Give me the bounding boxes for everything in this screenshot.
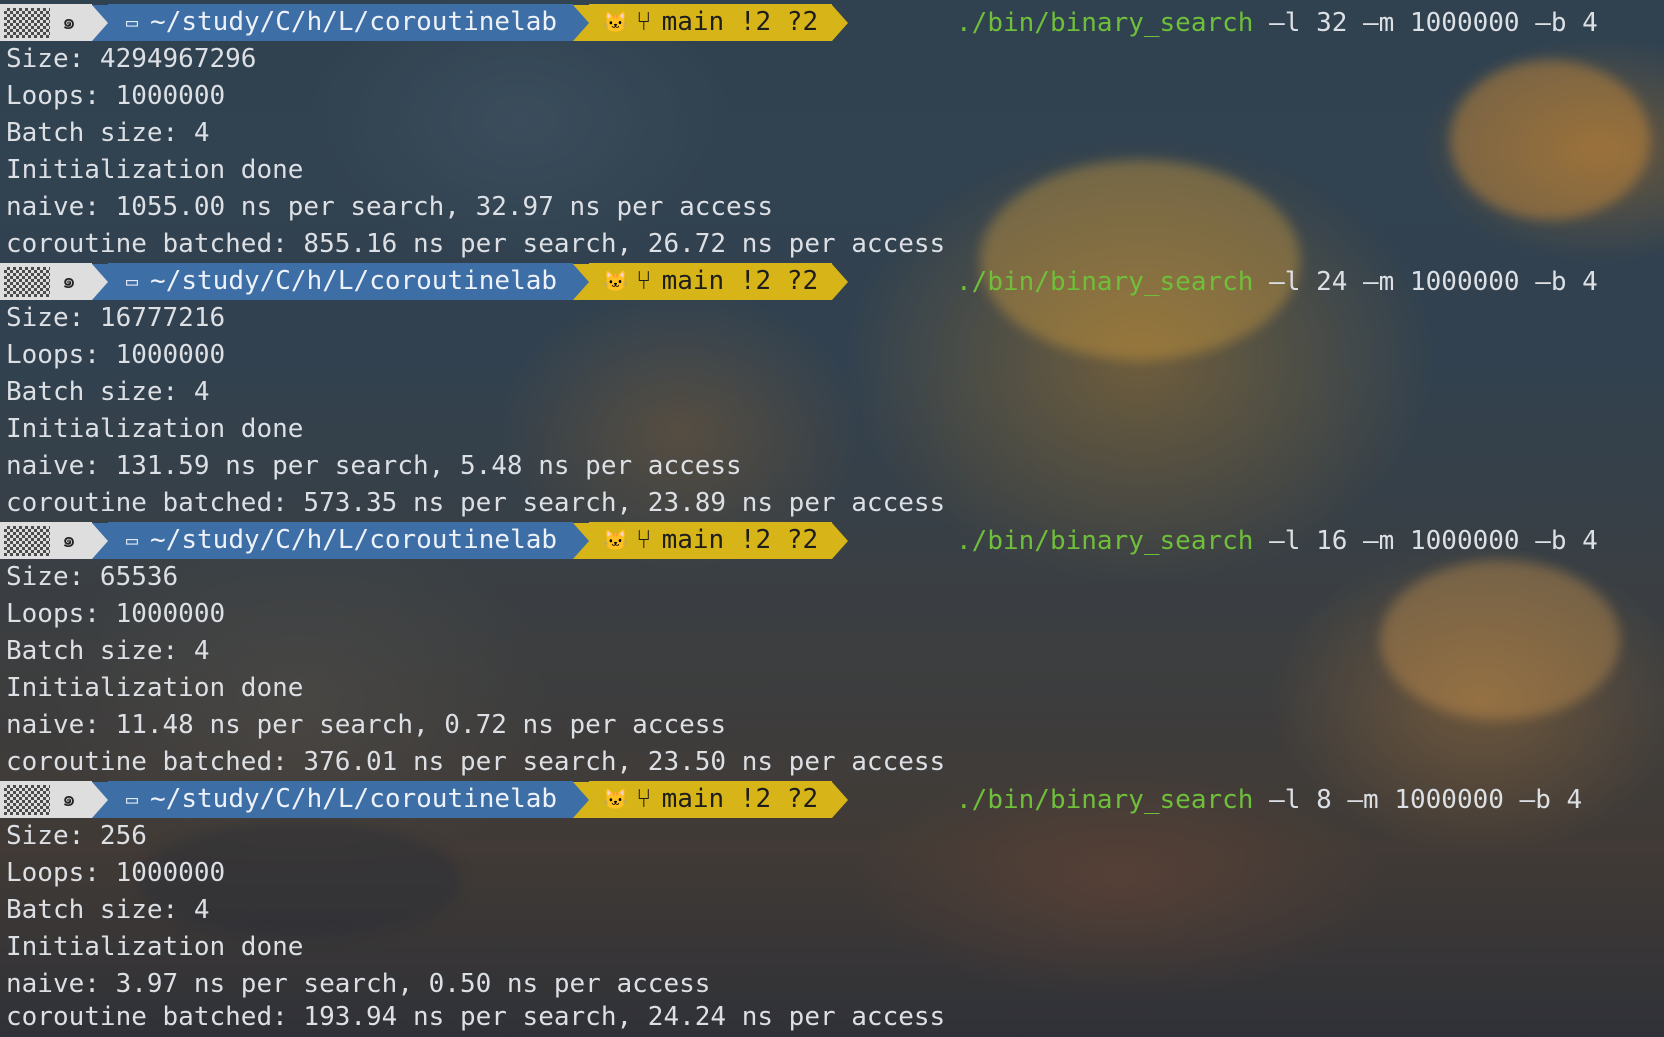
output-line: Loops: 1000000 <box>6 340 226 370</box>
command-line[interactable]: ./bin/binary_search –l 8 –m 1000000 –b 4 <box>848 755 1582 845</box>
spiral-icon: ๑ <box>62 269 76 294</box>
current-directory: ~/study/C/h/L/coroutinelab <box>150 7 558 37</box>
spiral-icon: ๑ <box>62 528 76 553</box>
shell-prompt: ๑ ▭ ~/study/C/h/L/coroutinelab 🐱 ⑂ main … <box>0 263 1598 300</box>
command-path: ./bin/binary_search <box>956 525 1254 556</box>
output-line: coroutine batched: 376.01 ns per search,… <box>6 747 946 777</box>
directory-segment: ▭ ~/study/C/h/L/coroutinelab <box>108 263 574 300</box>
branch-icon: ⑂ <box>635 784 652 814</box>
segment-separator <box>573 522 590 559</box>
command-line[interactable]: ./bin/binary_search –l 16 –m 1000000 –b … <box>848 496 1598 586</box>
branch-icon: ⑂ <box>635 266 652 296</box>
output-line: coroutine batched: 193.94 ns per search,… <box>6 1002 946 1032</box>
segment-separator <box>832 781 849 818</box>
segment-separator <box>92 781 108 818</box>
git-segment: 🐱 ⑂ main !2 ?2 <box>589 263 833 300</box>
output-line: Batch size: 4 <box>6 895 210 925</box>
segment-separator <box>573 263 590 300</box>
output-line: Loops: 1000000 <box>6 81 226 111</box>
git-status: main !2 ?2 <box>661 525 819 555</box>
command-args: –l 32 –m 1000000 –b 4 <box>1253 7 1598 38</box>
output-line: Batch size: 4 <box>6 377 210 407</box>
pattern-icon <box>4 266 50 297</box>
spiral-icon: ๑ <box>62 10 76 35</box>
current-directory: ~/study/C/h/L/coroutinelab <box>150 525 558 555</box>
shell-prompt: ๑ ▭ ~/study/C/h/L/coroutinelab 🐱 ⑂ main … <box>0 4 1598 41</box>
command-args: –l 8 –m 1000000 –b 4 <box>1253 784 1583 815</box>
output-line: naive: 1055.00 ns per search, 32.97 ns p… <box>6 192 774 222</box>
os-segment: ๑ <box>0 263 92 300</box>
pattern-icon <box>4 7 50 38</box>
output-line: Initialization done <box>6 932 304 962</box>
segment-separator <box>573 781 590 818</box>
pattern-icon <box>4 784 50 815</box>
segment-separator <box>832 4 849 41</box>
os-segment: ๑ <box>0 781 92 818</box>
git-segment: 🐱 ⑂ main !2 ?2 <box>589 522 833 559</box>
git-status: main !2 ?2 <box>661 266 819 296</box>
command-line[interactable]: ./bin/binary_search –l 32 –m 1000000 –b … <box>848 0 1598 68</box>
directory-segment: ▭ ~/study/C/h/L/coroutinelab <box>108 522 574 559</box>
cat-icon: 🐱 <box>603 269 628 293</box>
output-line: coroutine batched: 573.35 ns per search,… <box>6 488 946 518</box>
git-segment: 🐱 ⑂ main !2 ?2 <box>589 4 833 41</box>
folder-icon: ▭ <box>126 269 139 293</box>
folder-icon: ▭ <box>126 10 139 34</box>
folder-icon: ▭ <box>126 787 139 811</box>
shell-prompt: ๑ ▭ ~/study/C/h/L/coroutinelab 🐱 ⑂ main … <box>0 522 1598 559</box>
command-args: –l 16 –m 1000000 –b 4 <box>1253 525 1598 556</box>
output-line: Initialization done <box>6 155 304 185</box>
command-path: ./bin/binary_search <box>956 784 1254 815</box>
current-directory: ~/study/C/h/L/coroutinelab <box>150 784 558 814</box>
output-line: naive: 131.59 ns per search, 5.48 ns per… <box>6 451 742 481</box>
directory-segment: ▭ ~/study/C/h/L/coroutinelab <box>108 4 574 41</box>
segment-separator <box>573 4 590 41</box>
command-path: ./bin/binary_search <box>956 7 1254 38</box>
directory-segment: ▭ ~/study/C/h/L/coroutinelab <box>108 781 574 818</box>
git-status: main !2 ?2 <box>661 7 819 37</box>
git-segment: 🐱 ⑂ main !2 ?2 <box>589 781 833 818</box>
os-segment: ๑ <box>0 4 92 41</box>
cat-icon: 🐱 <box>603 10 628 34</box>
output-line: Batch size: 4 <box>6 118 210 148</box>
cat-icon: 🐱 <box>603 787 628 811</box>
output-line: Loops: 1000000 <box>6 858 226 888</box>
folder-icon: ▭ <box>126 528 139 552</box>
command-args: –l 24 –m 1000000 –b 4 <box>1253 266 1598 297</box>
output-line: Size: 16777216 <box>6 303 226 333</box>
command-line[interactable]: ./bin/binary_search –l 24 –m 1000000 –b … <box>848 237 1598 327</box>
branch-icon: ⑂ <box>635 7 652 37</box>
segment-separator <box>832 263 849 300</box>
os-segment: ๑ <box>0 522 92 559</box>
output-line: Initialization done <box>6 673 304 703</box>
output-line: Size: 256 <box>6 821 147 851</box>
spiral-icon: ๑ <box>62 787 76 812</box>
current-directory: ~/study/C/h/L/coroutinelab <box>150 266 558 296</box>
output-line: Initialization done <box>6 414 304 444</box>
cat-icon: 🐱 <box>603 528 628 552</box>
segment-separator <box>92 4 108 41</box>
branch-icon: ⑂ <box>635 525 652 555</box>
output-line: Size: 4294967296 <box>6 44 257 74</box>
output-line: coroutine batched: 855.16 ns per search,… <box>6 229 946 259</box>
output-line: Loops: 1000000 <box>6 599 226 629</box>
output-line: Size: 65536 <box>6 562 179 592</box>
pattern-icon <box>4 525 50 556</box>
segment-separator <box>832 522 849 559</box>
output-line: Batch size: 4 <box>6 636 210 666</box>
terminal-window[interactable]: ๑ ▭ ~/study/C/h/L/coroutinelab 🐱 ⑂ main … <box>0 0 1664 1037</box>
git-status: main !2 ?2 <box>661 784 819 814</box>
shell-prompt: ๑ ▭ ~/study/C/h/L/coroutinelab 🐱 ⑂ main … <box>0 781 1582 818</box>
segment-separator <box>92 263 108 300</box>
command-path: ./bin/binary_search <box>956 266 1254 297</box>
output-line: naive: 3.97 ns per search, 0.50 ns per a… <box>6 969 711 999</box>
output-line: naive: 11.48 ns per search, 0.72 ns per … <box>6 710 727 740</box>
segment-separator <box>92 522 108 559</box>
